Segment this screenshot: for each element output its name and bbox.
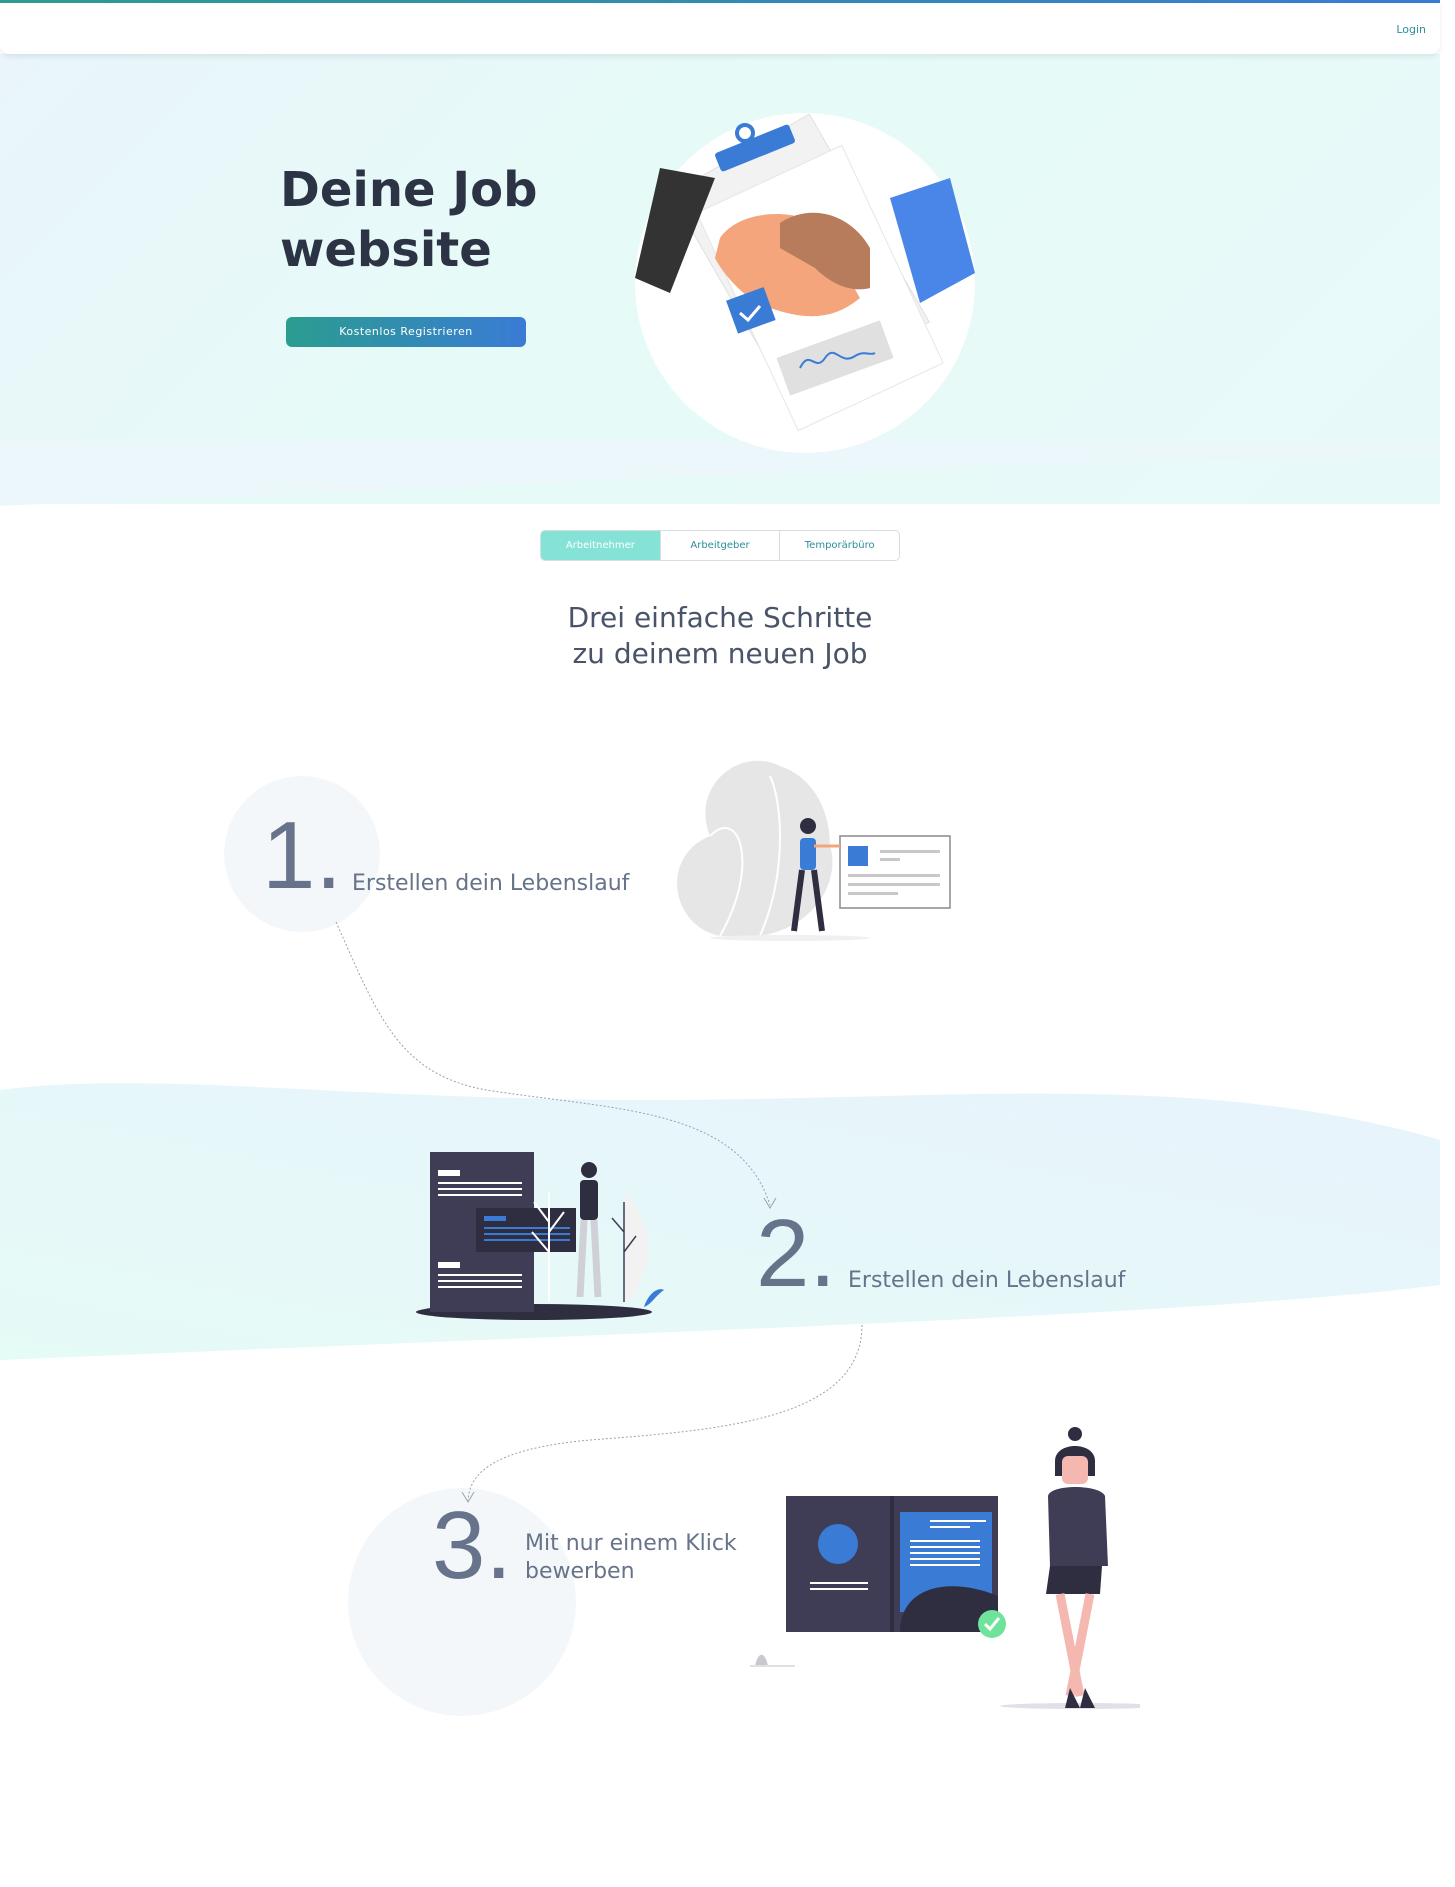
section-title: Drei einfache Schritte zu deinem neuen J… <box>520 600 920 672</box>
audience-tabs: Arbeitnehmer Arbeitgeber Temporärbüro <box>540 530 900 561</box>
register-button[interactable]: Kostenlos Registrieren <box>286 317 526 347</box>
step-2-number: 2. <box>756 1200 837 1307</box>
step-1-text: Erstellen dein Lebenslauf <box>352 871 630 896</box>
step-2-text: Erstellen dein Lebenslauf <box>848 1268 1126 1293</box>
login-link[interactable]: Login <box>1396 23 1426 36</box>
handshake-illustration <box>635 113 975 453</box>
section-title-line1: Drei einfache Schritte <box>567 601 873 634</box>
resume-illustration <box>677 760 951 941</box>
tab-arbeitnehmer[interactable]: Arbeitnehmer <box>541 531 661 560</box>
step-3-text-line1: Mit nur einem Klick <box>525 1531 737 1556</box>
top-navigation-bar: Login <box>0 0 1440 54</box>
tab-arbeitgeber[interactable]: Arbeitgeber <box>661 531 781 560</box>
step-3-text: Mit nur einem Klick bewerben <box>525 1530 737 1586</box>
step-3-text-line2: bewerben <box>525 1559 635 1584</box>
step-3-number: 3. <box>432 1492 513 1599</box>
section-title-line2: zu deinem neuen Job <box>572 637 868 670</box>
step-2-background-band <box>0 1083 1440 1360</box>
documents-illustration <box>416 1152 664 1320</box>
apply-illustration <box>750 1427 1140 1709</box>
hero-title: Deine Job website <box>280 162 538 278</box>
tab-temporaerbuero[interactable]: Temporärbüro <box>780 531 899 560</box>
step-1-number: 1. <box>262 802 343 909</box>
